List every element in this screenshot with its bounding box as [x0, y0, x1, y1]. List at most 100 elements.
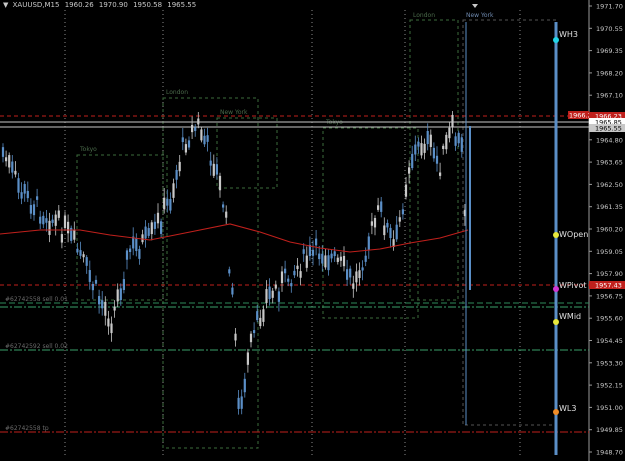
- candle-body: [249, 333, 253, 343]
- candle-body: [110, 323, 113, 334]
- candle-body: [411, 153, 414, 169]
- price-tick-label: 1957.90: [596, 270, 623, 278]
- candle-body: [14, 170, 17, 175]
- candle-body: [290, 283, 293, 287]
- wpivot-label: WPivot: [559, 281, 587, 290]
- candle-body: [370, 221, 373, 226]
- shift-marker-icon[interactable]: [472, 4, 478, 8]
- price-tick-label: 1953.30: [596, 359, 623, 367]
- candle-body: [361, 267, 364, 271]
- price-tick-label: 1952.15: [596, 382, 623, 390]
- candle-body: [191, 124, 194, 133]
- candle-body: [57, 210, 60, 218]
- candle-body: [268, 286, 271, 300]
- candle-body: [277, 291, 280, 302]
- candle-body: [423, 143, 426, 153]
- candle-body: [141, 234, 144, 243]
- candle-body: [181, 137, 184, 143]
- candle-body: [94, 279, 98, 284]
- candle-body: [358, 270, 361, 278]
- candle-body: [395, 224, 398, 240]
- price-tick-label: 1971.70: [596, 3, 623, 11]
- candle-body: [39, 216, 42, 224]
- wl3-label: WL3: [559, 404, 576, 413]
- session-label: London: [413, 12, 435, 19]
- candle-body: [82, 254, 85, 258]
- candle-body: [73, 230, 76, 240]
- candle-body: [284, 268, 287, 274]
- price-chart[interactable]: Tokyo London New York Tokyo London New Y…: [0, 0, 625, 461]
- candle-body: [45, 218, 48, 223]
- candle-body: [17, 178, 20, 193]
- candle-body: [401, 209, 404, 215]
- price-tick-label: 1970.55: [596, 25, 623, 33]
- candle-body: [404, 184, 408, 197]
- price-axis[interactable]: 1971.70 1970.55 1969.35 1968.20 1967.10 1965.…: [589, 3, 623, 457]
- candle-body: [336, 257, 339, 262]
- candle-body: [302, 249, 305, 254]
- candle-body: [11, 161, 14, 173]
- candle-body: [293, 270, 296, 276]
- price-tick-label: 1969.35: [596, 47, 623, 55]
- candle-body: [367, 236, 370, 251]
- candle-body: [147, 228, 150, 236]
- candle-body: [212, 163, 215, 176]
- price-tick-label: 1954.45: [596, 337, 623, 345]
- candle-body: [184, 144, 187, 153]
- bid-tag: 1965.55: [595, 125, 622, 133]
- candle-body: [429, 134, 432, 148]
- candle-body: [8, 155, 11, 168]
- candle-body: [187, 140, 191, 148]
- candle-body: [169, 199, 172, 211]
- candle-body: [119, 288, 122, 301]
- session-label: Tokyo: [79, 146, 97, 153]
- candle-body: [364, 255, 367, 262]
- candle-body: [373, 217, 377, 228]
- candle-body: [237, 397, 240, 409]
- candle-body: [206, 135, 209, 142]
- price-tick-label: 1967.10: [596, 92, 623, 100]
- candle-body: [63, 215, 67, 229]
- candle-body: [299, 271, 302, 278]
- candle-body: [246, 352, 249, 365]
- candle-body: [166, 198, 169, 206]
- candle-body: [88, 270, 91, 282]
- candle-body: [262, 309, 265, 322]
- candle-body: [408, 167, 411, 174]
- candle-body: [135, 238, 138, 252]
- candle-body: [305, 255, 308, 268]
- session-box-newyork-2: [462, 19, 558, 426]
- candle-body: [67, 221, 70, 234]
- chart-window[interactable]: ▼ XAUUSD,M15 1960.26 1970.90 1950.58 196…: [0, 0, 625, 461]
- candle-body: [150, 222, 153, 235]
- candle-body: [287, 278, 290, 282]
- price-tick-label: 1955.60: [596, 315, 623, 323]
- candle-body: [349, 268, 352, 278]
- candle-body: [200, 129, 203, 141]
- candle-body: [398, 217, 401, 222]
- candle-body: [417, 141, 420, 147]
- order-labels: #62742558 sell 0.01 #62742592 sell 0.02 …: [5, 296, 68, 432]
- candle-body: [386, 222, 389, 228]
- candle-body: [160, 221, 163, 234]
- order-label: #62742558 tp: [5, 425, 49, 432]
- candle-body: [178, 161, 181, 172]
- candle-body: [234, 333, 237, 341]
- price-tick-label: 1961.35: [596, 203, 623, 211]
- candle-body: [1, 147, 5, 157]
- candle-body: [311, 249, 315, 256]
- candle-body: [380, 201, 383, 212]
- candle-body: [101, 300, 104, 309]
- candle-body: [116, 289, 119, 302]
- candle-body: [259, 317, 262, 327]
- price-tick-label: 1964.80: [596, 136, 623, 144]
- candle-body: [163, 197, 166, 210]
- candle-body: [324, 255, 327, 268]
- session-label: London: [166, 89, 188, 96]
- candle-body: [426, 130, 429, 145]
- candle-body: [315, 238, 318, 246]
- candle-body: [377, 205, 380, 210]
- price-tick-label: 1948.70: [596, 449, 623, 457]
- price-tick-label: 1963.65: [596, 159, 623, 167]
- candle-body: [253, 330, 256, 334]
